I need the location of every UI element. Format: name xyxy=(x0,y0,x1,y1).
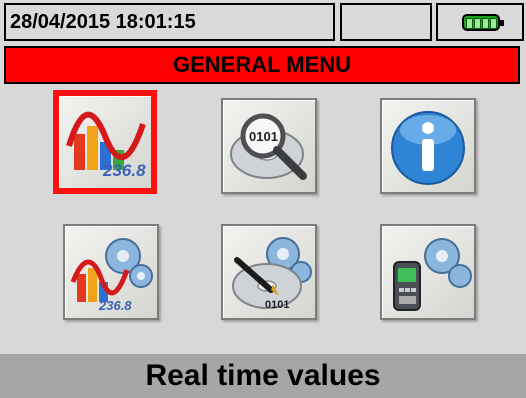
value-text: 236.8 xyxy=(102,161,146,180)
disc-code-text: 0101 xyxy=(249,129,278,144)
analyzer-settings-button[interactable]: 236.8 xyxy=(63,224,159,320)
page-title: GENERAL MENU xyxy=(4,46,520,84)
value-text: 236.8 xyxy=(98,298,132,313)
recording-settings-button[interactable]: 0101 xyxy=(221,224,317,320)
status-bar: 28/04/2015 18:01:15 xyxy=(0,0,526,46)
real-time-values-icon: 236.8 xyxy=(66,111,146,180)
instrument-settings-button[interactable] xyxy=(380,224,476,320)
real-time-values-button[interactable]: 236.8 xyxy=(53,90,157,194)
date-time: 28/04/2015 18:01:15 xyxy=(4,3,335,41)
analyzer-settings-icon: 236.8 xyxy=(70,238,153,313)
instrument-settings-icon xyxy=(393,238,472,311)
status-indicator xyxy=(340,3,432,41)
selected-item-label: Real time values xyxy=(0,354,526,398)
info-icon xyxy=(391,111,465,185)
recording-settings-icon: 0101 xyxy=(232,237,312,311)
disc-code-text: 0101 xyxy=(265,299,289,311)
instrument-screen: 28/04/2015 18:01:15 GENERAL MENU 236.8 0… xyxy=(0,0,526,398)
info-button[interactable] xyxy=(380,98,476,194)
battery-box xyxy=(436,3,524,41)
data-recall-icon: 0101 xyxy=(230,113,307,180)
battery-full-icon xyxy=(462,14,504,31)
data-recall-button[interactable]: 0101 xyxy=(221,98,317,194)
